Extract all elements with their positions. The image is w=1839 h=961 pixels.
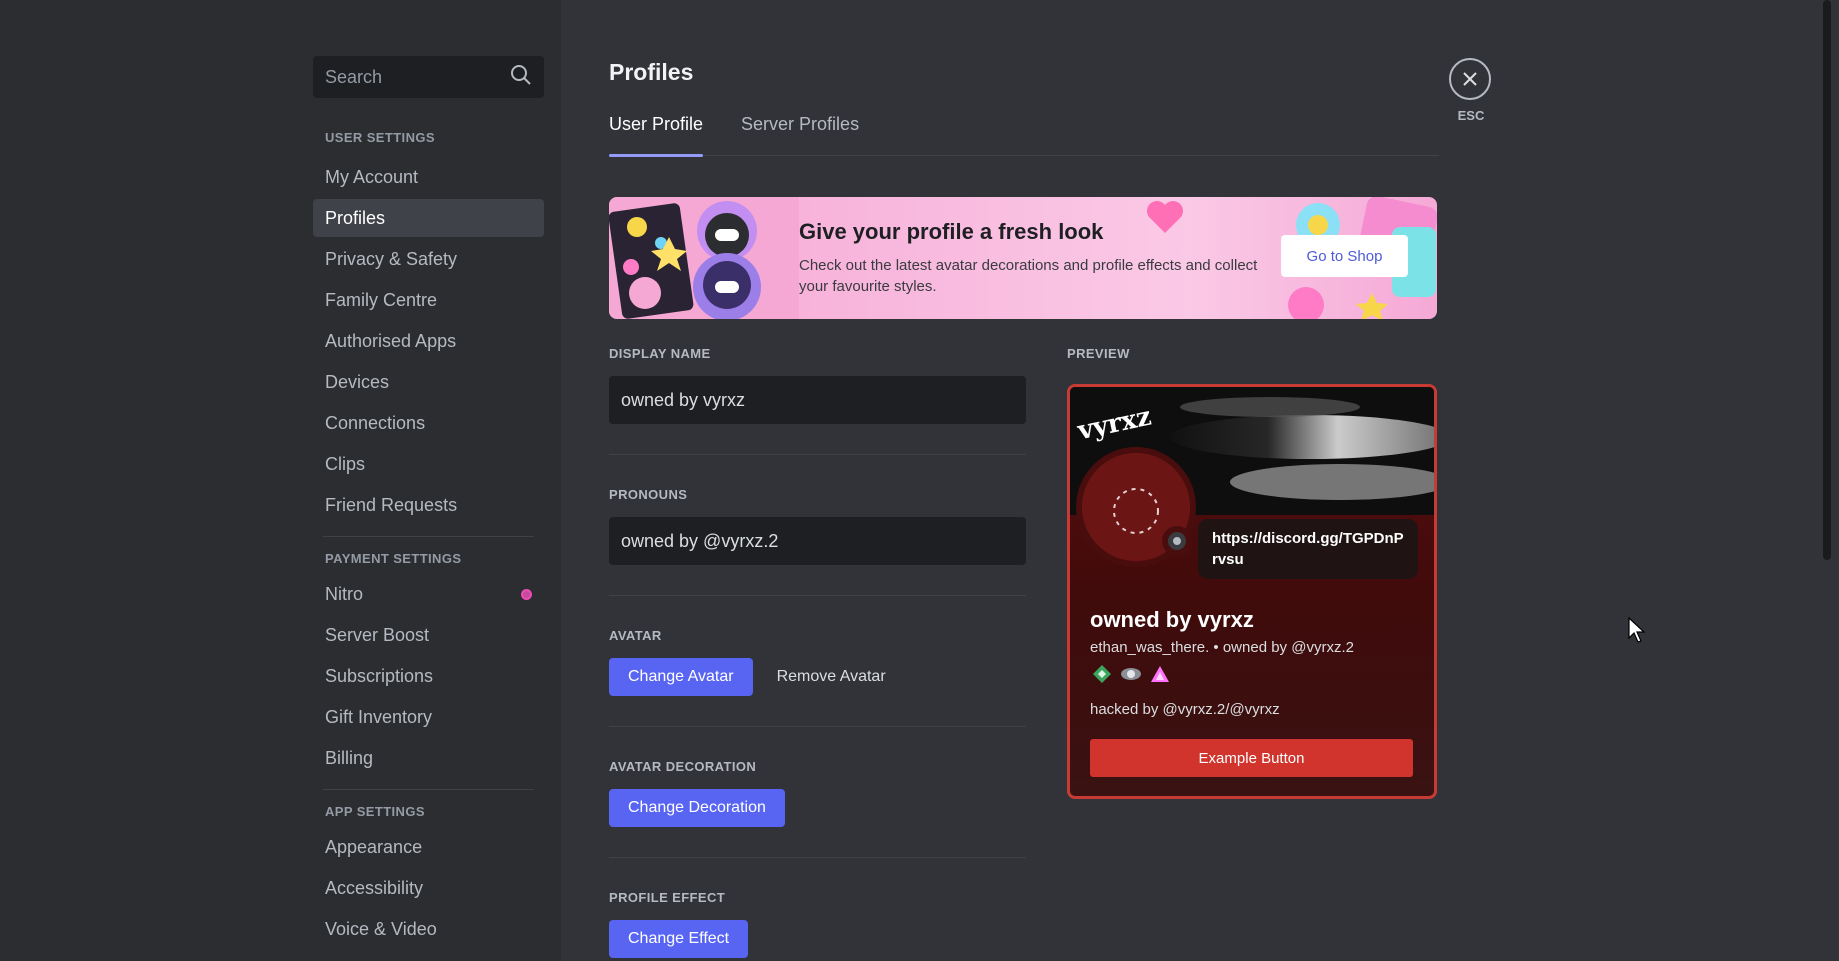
preview-username-pronouns: ethan_was_there. • owned by @vyrxz.2 (1090, 639, 1354, 656)
shop-promo-banner: Give your profile a fresh look Check out… (609, 197, 1437, 319)
close-settings: ESC (1449, 58, 1493, 123)
change-decoration-button[interactable]: Change Decoration (609, 789, 785, 827)
sidebar-item-privacy-safety[interactable]: Privacy & Safety (313, 240, 544, 278)
banner-description: Check out the latest avatar decorations … (799, 257, 1258, 295)
avatar-actions: Change Avatar Remove Avatar (609, 658, 1026, 696)
display-name-label: DISPLAY NAME (609, 346, 711, 361)
close-button[interactable] (1449, 58, 1491, 100)
preview-label: PREVIEW (1067, 346, 1130, 361)
pronouns-label: PRONOUNS (609, 487, 688, 502)
section-header-app-settings: APP SETTINGS (325, 804, 425, 819)
change-effect-button[interactable]: Change Effect (609, 920, 749, 958)
search-icon[interactable] (510, 64, 532, 91)
display-name-input[interactable] (609, 376, 1026, 424)
remove-avatar-button[interactable]: Remove Avatar (777, 668, 886, 686)
settings-sidebar: USER SETTINGS My Account Profiles Privac… (313, 56, 544, 951)
avatar-decorations-art-icon (609, 197, 799, 319)
sidebar-divider (323, 789, 534, 790)
profile-effect-label: PROFILE EFFECT (609, 890, 726, 905)
sidebar-item-devices[interactable]: Devices (313, 363, 544, 401)
go-to-shop-button[interactable]: Go to Shop (1281, 235, 1408, 277)
sidebar-item-family-centre[interactable]: Family Centre (313, 281, 544, 319)
avatar-label: AVATAR (609, 628, 662, 643)
tab-server-profiles[interactable]: Server Profiles (741, 112, 859, 156)
hypesquad-badge-icon (1090, 663, 1113, 685)
avatar-decoration-label: AVATAR DECORATION (609, 759, 757, 774)
effect-actions: Change Effect (609, 920, 1026, 958)
sidebar-item-appearance[interactable]: Appearance (313, 828, 544, 866)
mouse-cursor-icon (1628, 617, 1646, 643)
decoration-actions: Change Decoration (609, 789, 1026, 827)
sidebar-item-billing[interactable]: Billing (313, 739, 544, 777)
boost-badge-icon (1148, 663, 1171, 685)
sidebar-item-profiles[interactable]: Profiles (313, 199, 544, 237)
sidebar-item-accessibility[interactable]: Accessibility (313, 869, 544, 907)
section-header-user-settings: USER SETTINGS (325, 130, 435, 145)
sidebar-divider (323, 536, 534, 537)
sidebar-item-gift-inventory[interactable]: Gift Inventory (313, 698, 544, 736)
search-box[interactable] (313, 56, 544, 98)
sidebar-item-authorised-apps[interactable]: Authorised Apps (313, 322, 544, 360)
sidebar-item-my-account[interactable]: My Account (313, 158, 544, 196)
sidebar-item-subscriptions[interactable]: Subscriptions (313, 657, 544, 695)
form-divider (609, 454, 1026, 455)
example-button[interactable]: Example Button (1090, 739, 1413, 777)
preview-display-name: owned by vyrxz (1090, 607, 1254, 632)
pronouns-input[interactable] (609, 517, 1026, 565)
search-input[interactable] (325, 66, 475, 88)
settings-content: Profiles User Profile Server Profiles Gi… (609, 56, 1439, 958)
page-scrollbar[interactable] (1820, 0, 1834, 961)
form-divider (609, 857, 1026, 858)
custom-status-bubble: https://discord.gg/TGPDnPrvsu (1198, 519, 1418, 579)
sidebar-item-label: Nitro (325, 584, 364, 604)
nitro-badge-icon (1119, 663, 1142, 685)
status-indicator-icon (1162, 526, 1192, 556)
nitro-badge-icon (521, 589, 532, 600)
sidebar-item-friend-requests[interactable]: Friend Requests (313, 486, 544, 524)
form-divider (609, 595, 1026, 596)
profile-preview-card: vyrxz https://discord.gg/TGPDnPrvsu owne… (1067, 384, 1437, 799)
sidebar-item-nitro[interactable]: Nitro (313, 575, 544, 613)
esc-label: ESC (1457, 108, 1485, 123)
page-title: Profiles (609, 59, 694, 85)
profile-tabs: User Profile Server Profiles (609, 112, 1439, 157)
tab-user-profile[interactable]: User Profile (609, 112, 704, 157)
change-avatar-button[interactable]: Change Avatar (609, 658, 753, 696)
profile-form: DISPLAY NAME PRONOUNS AVATAR Change Avat… (609, 346, 1026, 958)
sidebar-item-server-boost[interactable]: Server Boost (313, 616, 544, 654)
sidebar-item-voice-video[interactable]: Voice & Video (313, 910, 544, 948)
badge-row (1090, 662, 1171, 686)
heart-icon (1147, 201, 1183, 233)
scrollbar-thumb[interactable] (1823, 0, 1831, 560)
preview-bio: hacked by @vyrxz.2/@vyrxz (1090, 701, 1280, 718)
section-header-payment-settings: PAYMENT SETTINGS (325, 551, 462, 566)
sidebar-item-clips[interactable]: Clips (313, 445, 544, 483)
profile-preview: PREVIEW vyrxz https://discord.gg/TGPDnPr… (1067, 346, 1437, 799)
sidebar-item-connections[interactable]: Connections (313, 404, 544, 442)
banner-title: Give your profile a fresh look (799, 219, 1104, 244)
form-divider (609, 726, 1026, 727)
close-icon (1463, 72, 1477, 86)
